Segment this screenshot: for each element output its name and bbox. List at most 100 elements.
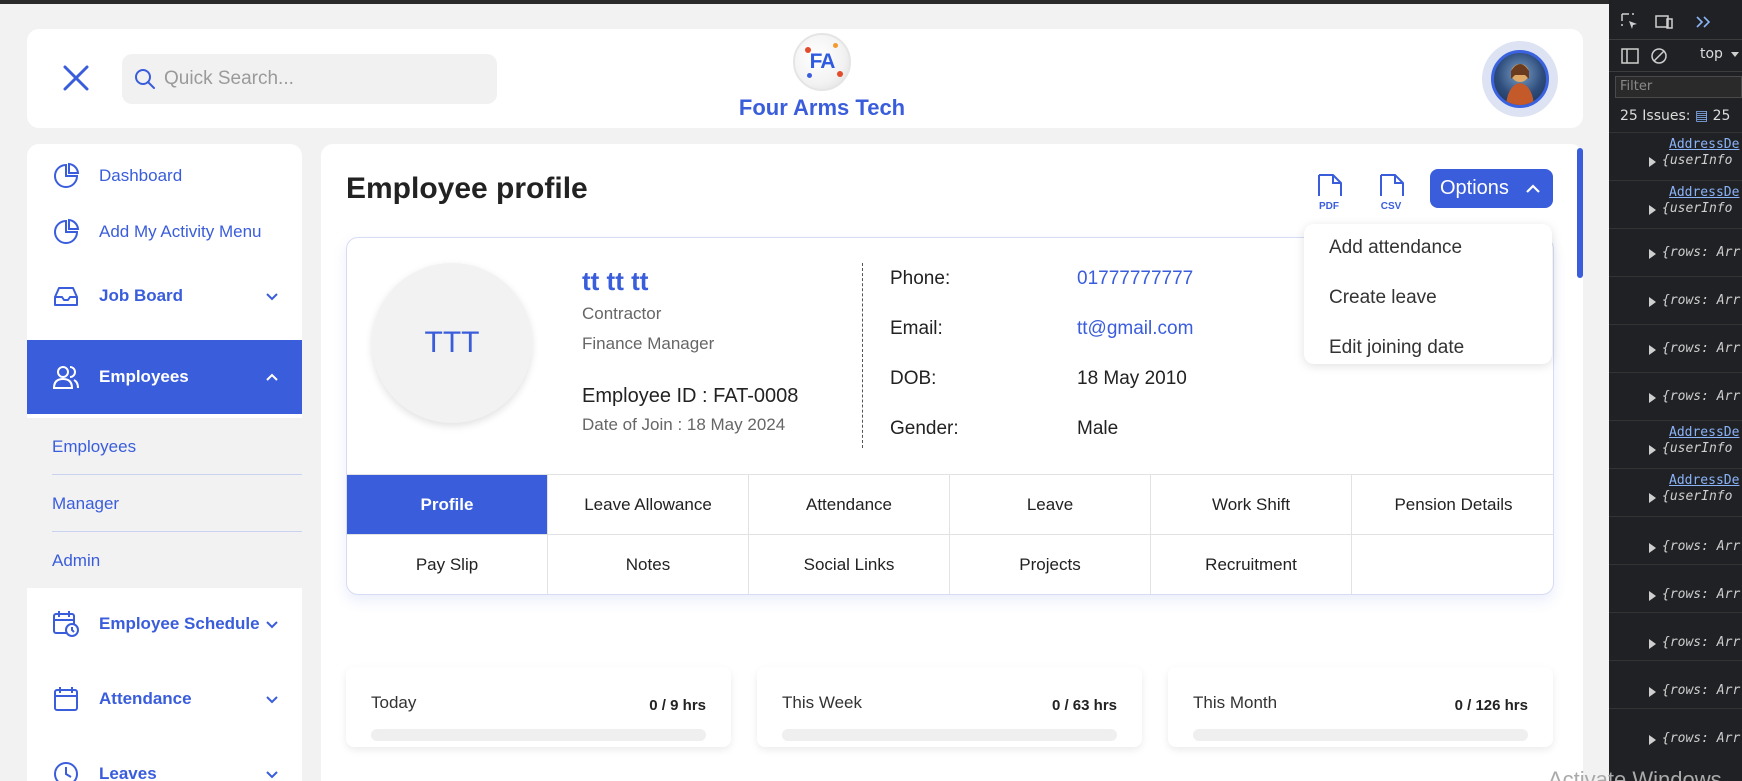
console-entry[interactable]: {rows: Arr bbox=[1609, 612, 1742, 660]
console-entry[interactable]: {rows: Arr bbox=[1609, 516, 1742, 564]
issues-counter[interactable]: 25 Issues: ▤ 25 bbox=[1620, 108, 1730, 124]
sidebar-item-label: Employee Schedule bbox=[99, 614, 260, 633]
search-input[interactable] bbox=[164, 68, 464, 90]
console-entry[interactable]: {rows: Arr bbox=[1609, 660, 1742, 708]
csv-file-icon: CSV bbox=[1380, 174, 1404, 212]
close-menu-button[interactable] bbox=[55, 57, 97, 99]
submenu-item-admin[interactable]: Admin bbox=[27, 532, 302, 589]
sidebar-item-add-my-activity-menu[interactable]: Add My Activity Menu bbox=[27, 202, 302, 262]
console-entry[interactable]: {rows: Arr bbox=[1609, 276, 1742, 324]
export-csv-button[interactable]: CSV bbox=[1372, 172, 1410, 212]
expand-triangle-icon[interactable] bbox=[1649, 297, 1656, 307]
menu-item-create-leave[interactable]: Create leave bbox=[1329, 287, 1437, 309]
stat-title: This Week bbox=[782, 693, 862, 712]
tab-recruitment[interactable]: Recruitment bbox=[1151, 535, 1352, 594]
user-avatar-button[interactable] bbox=[1482, 41, 1558, 117]
tab-leave[interactable]: Leave bbox=[950, 475, 1151, 535]
sidebar-item-dashboard[interactable]: Dashboard bbox=[27, 146, 302, 206]
expand-triangle-icon[interactable] bbox=[1649, 205, 1656, 215]
sidebar-item-label: Add My Activity Menu bbox=[99, 222, 262, 241]
tab-work-shift[interactable]: Work Shift bbox=[1151, 475, 1352, 535]
sidebar-item-employee-schedule[interactable]: Employee Schedule bbox=[27, 594, 302, 654]
tab-profile[interactable]: Profile bbox=[347, 475, 548, 535]
expand-triangle-icon[interactable] bbox=[1649, 345, 1656, 355]
stat-value: 0 / 63 hrs bbox=[1051, 697, 1117, 714]
menu-item-edit-joining-date[interactable]: Edit joining date bbox=[1329, 337, 1464, 359]
console-entry[interactable]: {rows: Arr bbox=[1609, 564, 1742, 612]
inspect-element-icon[interactable] bbox=[1620, 12, 1640, 32]
expand-triangle-icon[interactable] bbox=[1649, 735, 1656, 745]
clear-console-icon[interactable] bbox=[1649, 46, 1669, 66]
console-object: {rows: Arr bbox=[1662, 587, 1741, 602]
main-scrollbar[interactable] bbox=[1577, 148, 1583, 278]
context-selector[interactable]: top bbox=[1700, 46, 1723, 62]
console-entry[interactable]: {rows: Arr bbox=[1609, 372, 1742, 420]
console-object: {rows: Arr bbox=[1662, 245, 1741, 260]
sidebar-item-label: Dashboard bbox=[99, 166, 183, 185]
tab-pay-slip[interactable]: Pay Slip bbox=[347, 535, 548, 594]
tab-social-links[interactable]: Social Links bbox=[749, 535, 950, 594]
console-filter-input[interactable]: Filter bbox=[1615, 76, 1742, 98]
sidebar-item-leaves[interactable]: Leaves bbox=[27, 744, 302, 781]
source-link[interactable]: AddressDe bbox=[1669, 137, 1739, 152]
tab-notes[interactable]: Notes bbox=[548, 535, 749, 594]
source-link[interactable]: AddressDe bbox=[1669, 185, 1739, 200]
phone-value[interactable]: 01777777777 bbox=[1077, 268, 1193, 290]
expand-triangle-icon[interactable] bbox=[1649, 687, 1656, 697]
stat-card-this-week: This Week 0 / 63 hrs bbox=[757, 667, 1142, 747]
menu-item-add-attendance[interactable]: Add attendance bbox=[1329, 237, 1462, 259]
sidebar-item-attendance[interactable]: Attendance bbox=[27, 669, 302, 729]
employee-id: Employee ID : FAT-0008 bbox=[582, 385, 799, 407]
expand-triangle-icon[interactable] bbox=[1649, 249, 1656, 259]
console-entry[interactable]: {rows: Arr bbox=[1609, 228, 1742, 276]
device-toolbar-icon[interactable] bbox=[1654, 12, 1674, 32]
progress-bar bbox=[1193, 729, 1528, 741]
console-entry[interactable]: {rows: Arr bbox=[1609, 708, 1742, 756]
activation-watermark: Activate Windows bbox=[1548, 767, 1722, 781]
console-entry[interactable]: AddressDe {userInfo bbox=[1609, 420, 1742, 468]
tab-attendance[interactable]: Attendance bbox=[749, 475, 950, 535]
expand-triangle-icon[interactable] bbox=[1649, 591, 1656, 601]
quick-search[interactable] bbox=[122, 54, 497, 104]
console-entry[interactable]: AddressDe {userInfo bbox=[1609, 132, 1742, 180]
console-entry[interactable]: {rows: Arr bbox=[1609, 324, 1742, 372]
source-link[interactable]: AddressDe bbox=[1669, 473, 1739, 488]
sidebar-item-employees[interactable]: Employees bbox=[27, 340, 302, 414]
tab-leave-allowance[interactable]: Leave Allowance bbox=[548, 475, 749, 535]
more-tabs-icon[interactable] bbox=[1693, 12, 1713, 32]
source-link[interactable]: AddressDe bbox=[1669, 425, 1739, 440]
sidebar-toggle-icon[interactable] bbox=[1620, 46, 1640, 66]
expand-triangle-icon[interactable] bbox=[1649, 393, 1656, 403]
chevron-up-icon bbox=[1526, 184, 1540, 193]
options-button[interactable]: Options bbox=[1430, 169, 1553, 208]
tab-projects[interactable]: Projects bbox=[950, 535, 1151, 594]
employee-name: tt tt tt bbox=[582, 266, 649, 296]
submenu-item-manager[interactable]: Manager bbox=[27, 475, 302, 532]
logo-dot bbox=[833, 43, 838, 48]
sidebar: Dashboard Add My Activity Menu Job Board… bbox=[27, 144, 302, 781]
pie-chart-icon bbox=[51, 161, 81, 191]
expand-triangle-icon[interactable] bbox=[1649, 157, 1656, 167]
devtools-panel: top Filter 25 Issues: ▤ 25 AddressDe {us… bbox=[1609, 0, 1742, 781]
console-entry[interactable]: AddressDe {userInfo bbox=[1609, 180, 1742, 228]
top-header: FA Four Arms Tech bbox=[27, 29, 1583, 128]
submenu-item-employees[interactable]: Employees bbox=[27, 418, 302, 475]
expand-triangle-icon[interactable] bbox=[1649, 543, 1656, 553]
sidebar-item-job-board[interactable]: Job Board bbox=[27, 266, 302, 326]
expand-triangle-icon[interactable] bbox=[1649, 493, 1656, 503]
company-logo[interactable]: FA Four Arms Tech bbox=[717, 31, 927, 127]
email-value[interactable]: tt@gmail.com bbox=[1077, 318, 1193, 340]
pdf-label: PDF bbox=[1319, 201, 1339, 212]
stat-card-today: Today 0 / 9 hrs bbox=[346, 667, 731, 747]
expand-triangle-icon[interactable] bbox=[1649, 445, 1656, 455]
progress-bar bbox=[371, 729, 706, 741]
calendar-clock-icon bbox=[51, 609, 81, 639]
console-entry[interactable]: AddressDe {userInfo bbox=[1609, 468, 1742, 516]
expand-triangle-icon[interactable] bbox=[1649, 639, 1656, 649]
console-object: {rows: Arr bbox=[1662, 293, 1741, 308]
message-icon: ▤ bbox=[1694, 108, 1709, 124]
tab-pension-details[interactable]: Pension Details bbox=[1352, 475, 1553, 535]
export-pdf-button[interactable]: PDF bbox=[1310, 172, 1348, 212]
sidebar-item-label: Employees bbox=[99, 367, 189, 386]
console-object: {rows: Arr bbox=[1662, 341, 1741, 356]
